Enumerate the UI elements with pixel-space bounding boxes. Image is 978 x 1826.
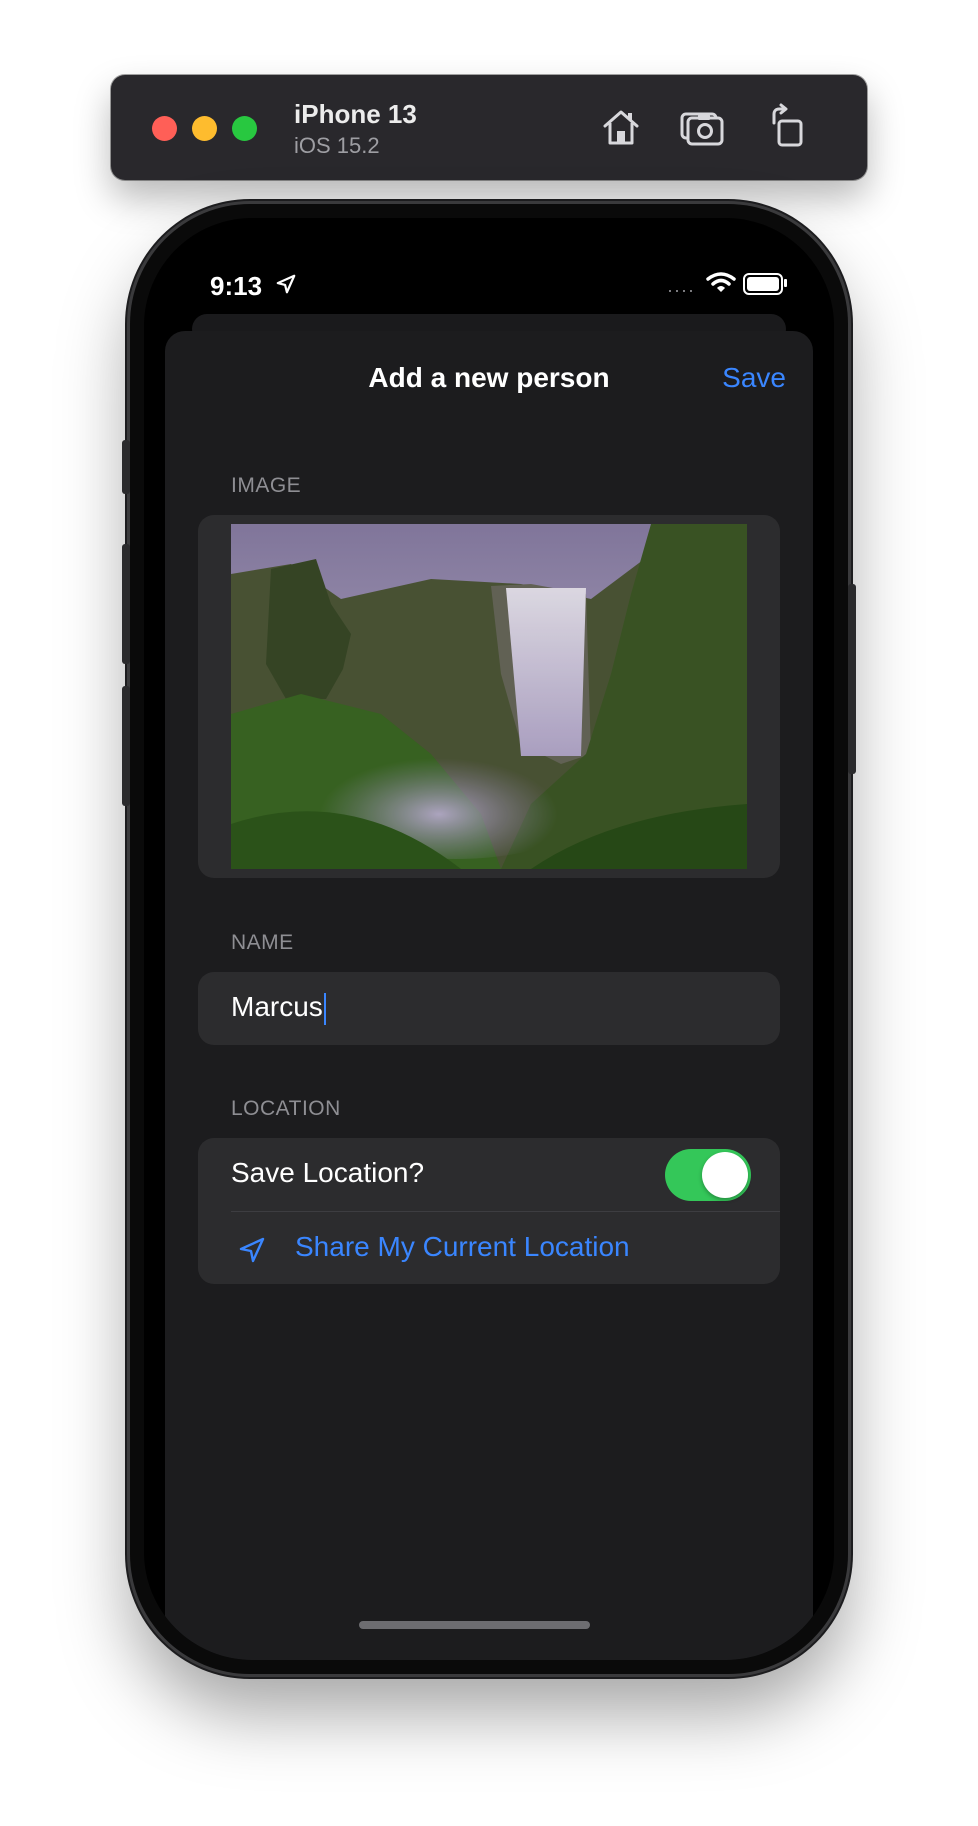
- nav-title: Add a new person: [368, 362, 610, 393]
- mute-switch: [122, 440, 130, 494]
- add-person-sheet: Add a new person Save IMAGE NAME Marcus …: [165, 331, 813, 1660]
- name-field[interactable]: Marcus: [198, 972, 780, 1045]
- volume-down-button: [122, 686, 130, 806]
- home-button[interactable]: [597, 103, 645, 151]
- person-photo[interactable]: [231, 524, 747, 869]
- name-input[interactable]: Marcus: [231, 991, 326, 1025]
- rotate-button[interactable]: [765, 103, 813, 151]
- home-icon: [603, 110, 639, 145]
- screenshot-icon: [680, 112, 724, 146]
- save-location-label: Save Location?: [231, 1157, 425, 1188]
- device-name: iPhone 13: [294, 99, 417, 129]
- save-location-toggle[interactable]: [665, 1149, 751, 1201]
- share-location-button[interactable]: Share My Current Location: [295, 1231, 630, 1263]
- minimize-window-button[interactable]: [192, 116, 217, 141]
- rotate-icon: [772, 103, 803, 147]
- name-section-header: NAME: [231, 931, 294, 954]
- volume-up-button: [122, 544, 130, 664]
- text-caret: [323, 992, 326, 1025]
- toggle-knob: [702, 1152, 748, 1198]
- wifi-icon: [706, 272, 736, 292]
- image-group: [198, 515, 780, 878]
- row-divider: [231, 1211, 780, 1212]
- phone-frame: 9:13 ···· Add a new person Save IMAGE NA…: [122, 204, 856, 1674]
- cellular-signal-icon: ····: [667, 280, 695, 300]
- simulator-toolbar: iPhone 13 iOS 15.2: [111, 75, 867, 180]
- location-section-header: LOCATION: [231, 1097, 341, 1120]
- name-input-value: Marcus: [231, 991, 323, 1022]
- location-group: Save Location? Share My Current Location: [198, 1138, 780, 1284]
- side-power-button: [848, 584, 856, 774]
- image-section-header: IMAGE: [231, 474, 302, 497]
- battery-cap: [784, 279, 787, 287]
- phone-screen: 9:13 ···· Add a new person Save IMAGE NA…: [144, 218, 834, 1660]
- status-time: 9:13: [210, 271, 263, 301]
- save-button[interactable]: Save: [722, 362, 786, 394]
- close-window-button[interactable]: [152, 116, 177, 141]
- battery-icon: [743, 273, 783, 295]
- home-indicator[interactable]: [359, 1621, 590, 1629]
- location-arrow-icon: [239, 1237, 265, 1263]
- screenshot-button[interactable]: [678, 103, 726, 151]
- zoom-window-button[interactable]: [232, 116, 257, 141]
- os-version: iOS 15.2: [294, 133, 380, 158]
- waterfall-photo: [231, 524, 747, 869]
- location-arrow-icon: [276, 274, 296, 294]
